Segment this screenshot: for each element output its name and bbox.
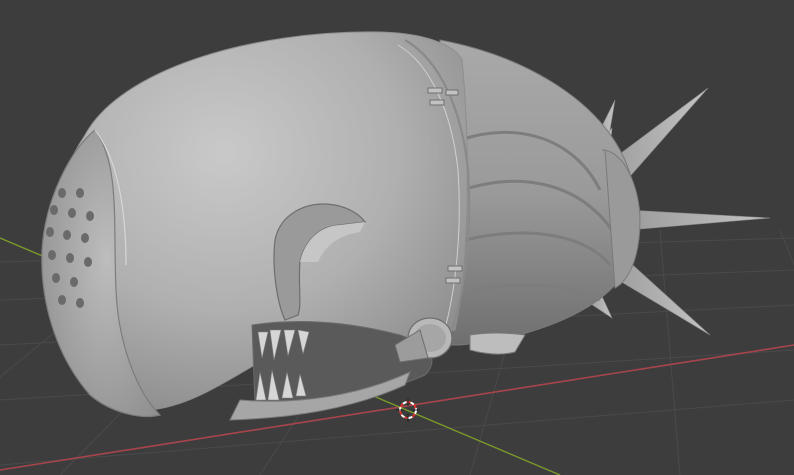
lower-trim [469, 332, 526, 355]
3d-viewport[interactable] [0, 0, 794, 475]
viewport-scene[interactable] [0, 0, 794, 475]
